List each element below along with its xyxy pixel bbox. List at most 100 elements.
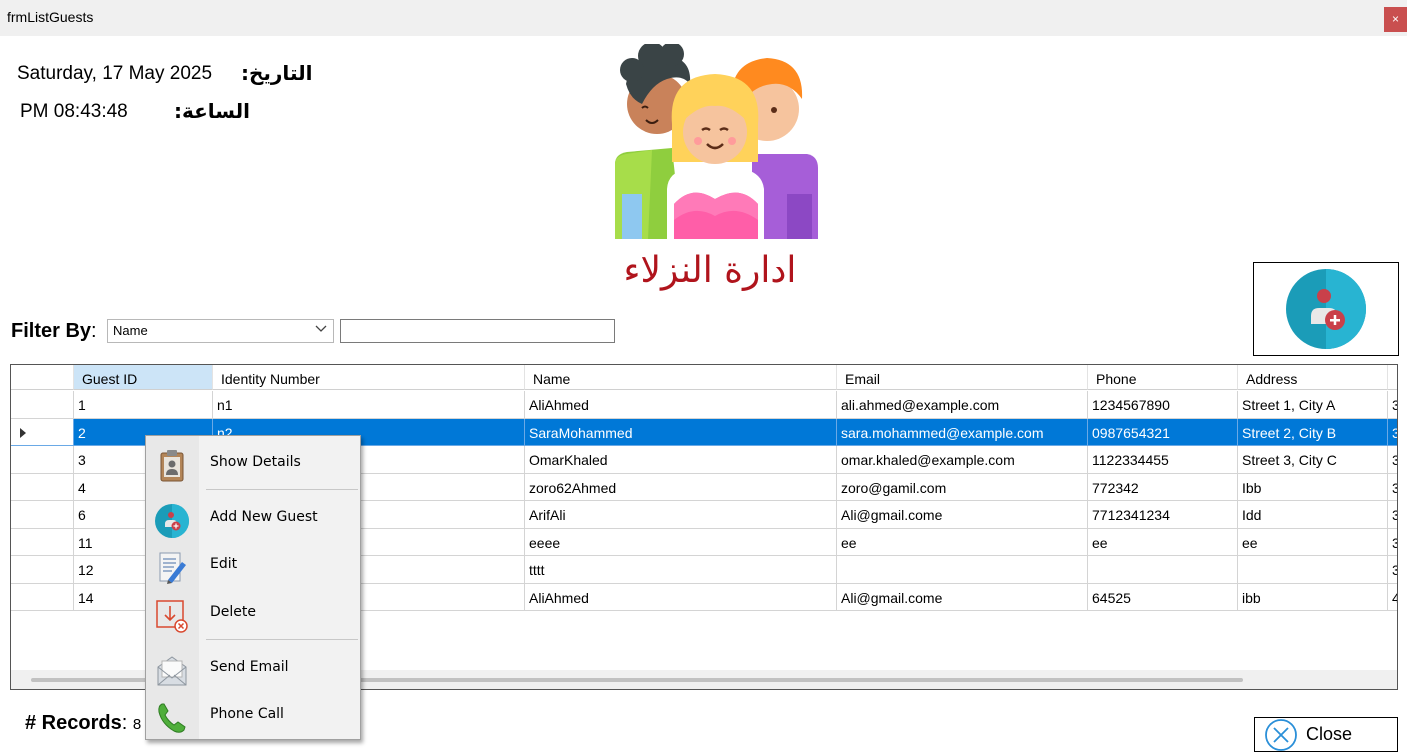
phone-cell[interactable]: 64525 — [1088, 583, 1238, 611]
extra-cell[interactable]: 3 — [1388, 556, 1397, 584]
context-item-add-new-guest[interactable]: Add New Guest — [146, 497, 360, 538]
context-item-label: Edit — [210, 556, 238, 572]
records-label: # Records: 8 — [25, 712, 141, 735]
guest-id-cell[interactable]: 1 — [74, 391, 213, 419]
phone-cell[interactable]: 1122334455 — [1088, 446, 1238, 474]
window-close-button[interactable]: × — [1384, 7, 1407, 32]
context-item-delete[interactable]: Delete — [146, 592, 360, 633]
filter-by-select[interactable]: Name — [107, 319, 334, 343]
time-value: PM 08:43:48 — [20, 101, 128, 122]
row-header[interactable] — [11, 583, 74, 611]
chevron-down-icon — [315, 322, 327, 337]
context-item-label: Send Email — [210, 659, 289, 675]
email-cell[interactable]: omar.khaled@example.com — [837, 446, 1088, 474]
extra-cell[interactable]: 3 — [1388, 391, 1397, 419]
row-header[interactable] — [11, 446, 74, 474]
filter-by-colon: : — [91, 320, 97, 342]
window-title: frmListGuests — [7, 9, 94, 25]
email-cell[interactable]: Ali@gmail.come — [837, 501, 1088, 529]
address-cell[interactable]: Street 3, City C — [1238, 446, 1388, 474]
context-item-send-email[interactable]: Send Email — [146, 647, 360, 687]
column-header-extra[interactable] — [1388, 365, 1397, 390]
email-cell[interactable]: ee — [837, 528, 1088, 556]
name-cell[interactable]: eeee — [525, 528, 837, 556]
guests-logo-icon — [612, 42, 822, 239]
extra-cell[interactable]: 3 — [1388, 474, 1397, 501]
row-header[interactable] — [11, 473, 74, 501]
email-cell[interactable]: Ali@gmail.come — [837, 583, 1088, 611]
address-cell[interactable]: Street 1, City A — [1238, 391, 1388, 419]
context-item-phone-call[interactable]: Phone Call — [146, 694, 360, 734]
name-cell[interactable]: ArifAli — [525, 501, 837, 529]
column-header-identity-number[interactable]: Identity Number — [213, 365, 525, 390]
title-bar: frmListGuests × — [0, 0, 1407, 36]
email-icon — [154, 653, 190, 687]
phone-cell[interactable]: ee — [1088, 528, 1238, 556]
name-cell[interactable]: AliAhmed — [525, 583, 837, 611]
date-label: التاريخ: — [241, 61, 313, 85]
add-user-icon — [1286, 269, 1366, 349]
context-item-label: Add New Guest — [210, 509, 318, 525]
extra-cell[interactable]: 3 — [1388, 446, 1397, 474]
context-separator — [206, 639, 358, 640]
close-button[interactable]: Close — [1254, 717, 1398, 752]
address-cell[interactable] — [1238, 556, 1388, 584]
records-colon: : — [121, 712, 128, 734]
name-cell[interactable]: AliAhmed — [525, 391, 837, 419]
extra-cell[interactable]: 4 — [1388, 584, 1397, 611]
filter-text-input[interactable] — [340, 319, 615, 343]
close-button-label: Close — [1306, 724, 1353, 744]
address-cell[interactable]: ibb — [1238, 583, 1388, 611]
edit-document-icon — [154, 550, 190, 584]
name-cell[interactable]: zoro62Ahmed — [525, 473, 837, 501]
extra-cell[interactable]: 3 — [1388, 418, 1397, 446]
email-cell[interactable]: ali.ahmed@example.com — [837, 391, 1088, 419]
column-header-name[interactable]: Name — [525, 365, 837, 390]
phone-cell[interactable] — [1088, 556, 1238, 584]
email-cell[interactable] — [837, 556, 1088, 584]
filter-select-value: Name — [113, 323, 148, 338]
extra-cell[interactable]: 3 — [1388, 501, 1397, 529]
date-value: Saturday, 17 May 2025 — [17, 63, 213, 84]
column-header-guest-id[interactable]: Guest ID — [74, 365, 213, 390]
table-row[interactable]: 1 n1 AliAhmed ali.ahmed@example.com 12345678… — [11, 391, 1397, 419]
address-cell[interactable]: ee — [1238, 528, 1388, 556]
address-cell[interactable]: Street 2, City B — [1238, 418, 1388, 446]
phone-cell[interactable]: 1234567890 — [1088, 391, 1238, 419]
phone-icon — [154, 700, 190, 734]
clipboard-user-icon — [154, 448, 190, 482]
extra-cell[interactable]: 3 — [1388, 529, 1397, 556]
address-cell[interactable]: Ibb — [1238, 473, 1388, 501]
context-separator — [206, 489, 358, 490]
address-cell[interactable]: Idd — [1238, 501, 1388, 529]
filter-by-text: Filter By — [11, 320, 92, 342]
time-label: الساعة: — [174, 99, 251, 123]
records-text: # Records — [25, 712, 122, 734]
page-title: ادارة النزلاء — [623, 250, 797, 291]
email-cell[interactable]: zoro@gamil.com — [837, 473, 1088, 501]
context-menu: Show Details Add New Guest Edit Delete S… — [145, 435, 361, 740]
name-cell[interactable]: tttt — [525, 556, 837, 584]
phone-cell[interactable]: 7712341234 — [1088, 501, 1238, 529]
context-item-show-details[interactable]: Show Details — [146, 442, 360, 482]
column-header-phone[interactable]: Phone — [1088, 365, 1238, 390]
column-header-email[interactable]: Email — [837, 365, 1088, 390]
row-header[interactable] — [11, 391, 74, 419]
identity-number-cell[interactable]: n1 — [213, 391, 525, 419]
context-item-edit[interactable]: Edit — [146, 544, 360, 584]
email-cell[interactable]: sara.mohammed@example.com — [837, 418, 1088, 446]
name-cell[interactable]: SaraMohammed — [525, 418, 837, 446]
phone-cell[interactable]: 0987654321 — [1088, 418, 1238, 446]
column-header-address[interactable]: Address — [1238, 365, 1388, 390]
phone-cell[interactable]: 772342 — [1088, 473, 1238, 501]
row-header[interactable] — [11, 418, 74, 446]
add-user-icon — [154, 503, 190, 538]
row-header[interactable] — [11, 501, 74, 529]
name-cell[interactable]: OmarKhaled — [525, 446, 837, 474]
context-item-label: Delete — [210, 604, 256, 620]
add-new-guest-button[interactable] — [1253, 262, 1399, 356]
row-header[interactable] — [11, 556, 74, 584]
row-header[interactable] — [11, 528, 74, 556]
close-circle-icon — [1265, 718, 1297, 751]
records-count: 8 — [132, 716, 142, 733]
